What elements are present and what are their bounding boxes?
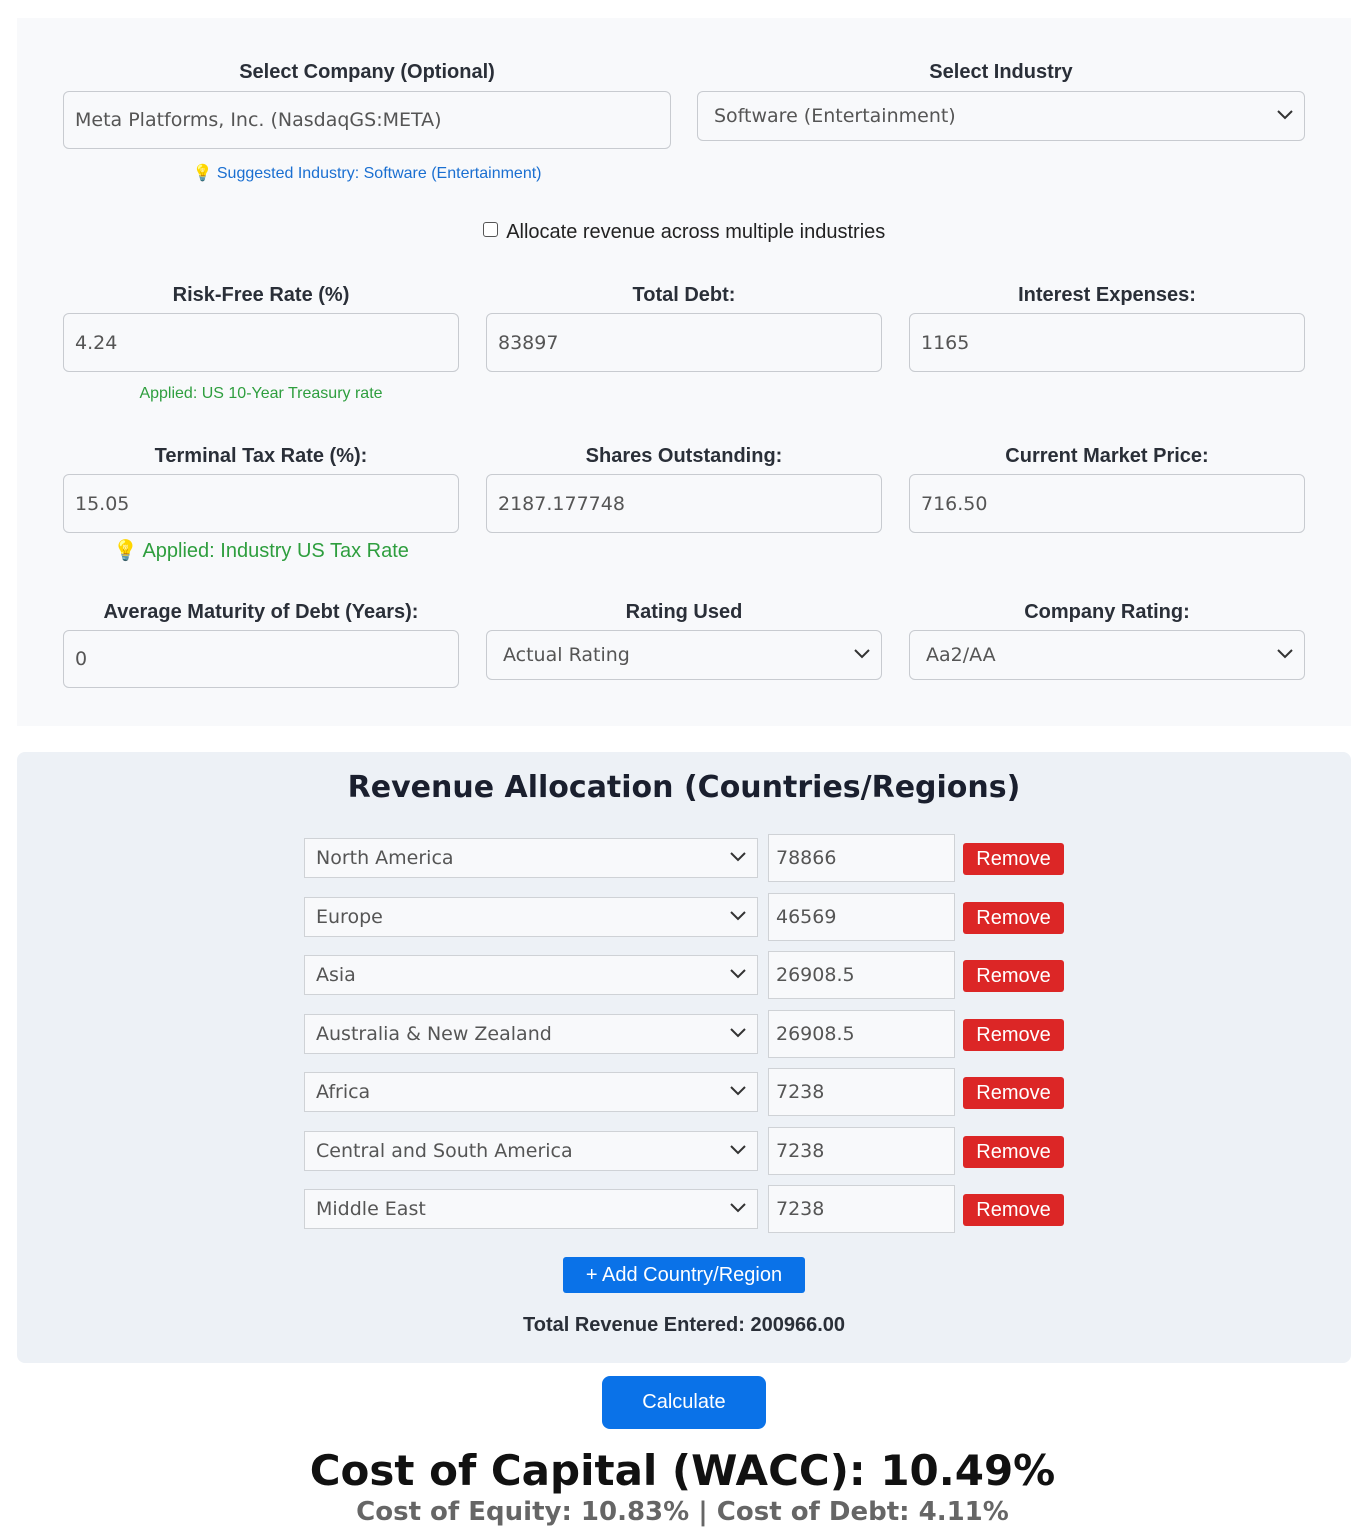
region-value: North America <box>316 847 454 869</box>
tax-rate-label: Terminal Tax Rate (%): <box>154 445 368 467</box>
company-rating-label: Company Rating: <box>1024 601 1190 623</box>
revenue-row: Europe 46569 Remove <box>17 893 1351 941</box>
revenue-input[interactable]: 7238 <box>768 1068 955 1116</box>
rating-used-select[interactable]: Actual Rating <box>486 630 882 680</box>
chevron-down-icon <box>854 649 870 659</box>
total-debt-input[interactable]: 83897 <box>486 313 882 372</box>
region-value: Asia <box>316 964 356 986</box>
tax-rate-hint: 💡 Applied: Industry US Tax Rate <box>63 538 459 563</box>
suggested-industry-hint: 💡 Suggested Industry: Software (Entertai… <box>63 163 671 183</box>
region-value: Europe <box>316 906 383 928</box>
allocate-row: Allocate revenue across multiple industr… <box>17 221 1351 244</box>
revenue-input[interactable]: 7238 <box>768 1127 955 1175</box>
revenue-allocation-panel: Revenue Allocation (Countries/Regions) N… <box>17 752 1351 1363</box>
region-value: Australia & New Zealand <box>316 1023 552 1045</box>
calculate-button[interactable]: Calculate <box>602 1376 766 1429</box>
remove-button[interactable]: Remove <box>963 960 1064 992</box>
chevron-down-icon <box>730 969 746 979</box>
chevron-down-icon <box>1277 649 1293 659</box>
company-rating-select[interactable]: Aa2/AA <box>909 630 1305 680</box>
maturity-input[interactable]: 0 <box>63 630 459 688</box>
lightbulb-icon: 💡 <box>113 540 138 562</box>
industry-label: Select Industry <box>929 61 1073 83</box>
region-value: Central and South America <box>316 1140 573 1162</box>
remove-button[interactable]: Remove <box>963 902 1064 934</box>
revenue-row: Asia 26908.5 Remove <box>17 951 1351 999</box>
suggested-industry-text: Suggested Industry: Software (Entertainm… <box>216 165 542 182</box>
lightbulb-icon: 💡 <box>192 165 213 182</box>
revenue-input[interactable]: 26908.5 <box>768 1010 955 1058</box>
inputs-panel: Select Company (Optional) Meta Platforms… <box>17 18 1351 726</box>
risk-free-hint: Applied: US 10-Year Treasury rate <box>139 385 383 402</box>
shares-label: Shares Outstanding: <box>585 445 783 467</box>
revenue-row: Central and South America 7238 Remove <box>17 1127 1351 1175</box>
rating-used-value: Actual Rating <box>503 644 630 666</box>
add-country-region-button[interactable]: + Add Country/Region <box>563 1257 805 1293</box>
chevron-down-icon <box>730 1086 746 1096</box>
maturity-label: Average Maturity of Debt (Years): <box>103 601 419 623</box>
region-select[interactable]: Africa <box>304 1072 758 1112</box>
revenue-input[interactable]: 7238 <box>768 1185 955 1233</box>
remove-button[interactable]: Remove <box>963 843 1064 875</box>
total-debt-label: Total Debt: <box>632 284 736 306</box>
remove-button[interactable]: Remove <box>963 1077 1064 1109</box>
region-select[interactable]: Central and South America <box>304 1131 758 1171</box>
wacc-result: Cost of Capital (WACC): 10.49% <box>309 1446 1056 1495</box>
company-rating-value: Aa2/AA <box>926 644 996 666</box>
revenue-row: Australia & New Zealand 26908.5 Remove <box>17 1010 1351 1058</box>
industry-select[interactable]: Software (Entertainment) <box>697 91 1305 141</box>
tax-rate-hint-text: Applied: Industry US Tax Rate <box>142 540 409 562</box>
chevron-down-icon <box>730 1145 746 1155</box>
cost-breakdown: Cost of Equity: 10.83% | Cost of Debt: 4… <box>356 1497 1009 1527</box>
revenue-input[interactable]: 78866 <box>768 834 955 882</box>
interest-label: Interest Expenses: <box>1018 284 1196 306</box>
revenue-input[interactable]: 46569 <box>768 893 955 941</box>
revenue-row: Middle East 7238 Remove <box>17 1185 1351 1233</box>
region-select[interactable]: Australia & New Zealand <box>304 1014 758 1054</box>
risk-free-label: Risk-Free Rate (%) <box>172 284 350 306</box>
revenue-row: North America 78866 Remove <box>17 834 1351 882</box>
revenue-input[interactable]: 26908.5 <box>768 951 955 999</box>
allocate-checkbox[interactable] <box>482 222 498 237</box>
region-select[interactable]: Europe <box>304 897 758 937</box>
interest-input[interactable]: 1165 <box>909 313 1305 372</box>
total-revenue-text: Total Revenue Entered: 200966.00 <box>523 1314 845 1336</box>
region-value: Middle East <box>316 1198 426 1220</box>
company-label: Select Company (Optional) <box>239 61 495 83</box>
allocate-label: Allocate revenue across multiple industr… <box>506 221 886 243</box>
industry-selected-value: Software (Entertainment) <box>714 105 956 127</box>
rating-used-label: Rating Used <box>625 601 743 623</box>
price-input[interactable]: 716.50 <box>909 474 1305 533</box>
risk-free-input[interactable]: 4.24 <box>63 313 459 372</box>
remove-button[interactable]: Remove <box>963 1194 1064 1226</box>
chevron-down-icon <box>730 1203 746 1213</box>
region-value: Africa <box>316 1081 371 1103</box>
shares-input[interactable]: 2187.177748 <box>486 474 882 533</box>
revenue-title: Revenue Allocation (Countries/Regions) <box>347 770 1021 805</box>
chevron-down-icon <box>730 852 746 862</box>
chevron-down-icon <box>730 911 746 921</box>
revenue-row: Africa 7238 Remove <box>17 1068 1351 1116</box>
region-select[interactable]: North America <box>304 838 758 878</box>
remove-button[interactable]: Remove <box>963 1019 1064 1051</box>
region-select[interactable]: Asia <box>304 955 758 995</box>
region-select[interactable]: Middle East <box>304 1189 758 1229</box>
company-input[interactable]: Meta Platforms, Inc. (NasdaqGS:META) <box>63 91 671 149</box>
remove-button[interactable]: Remove <box>963 1136 1064 1168</box>
price-label: Current Market Price: <box>1005 445 1209 467</box>
chevron-down-icon <box>1277 110 1293 120</box>
chevron-down-icon <box>730 1028 746 1038</box>
tax-rate-input[interactable]: 15.05 <box>63 474 459 533</box>
